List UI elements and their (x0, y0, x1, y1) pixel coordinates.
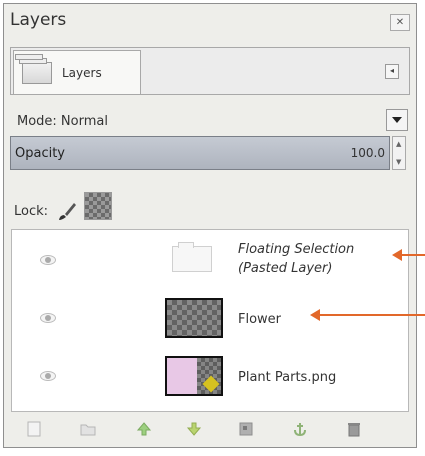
transparent-layer-thumbnail (165, 298, 223, 338)
lock-label: Lock: (14, 204, 49, 219)
duplicate-layer-icon[interactable] (237, 420, 255, 438)
alpha-lock-icon[interactable] (84, 192, 112, 220)
layer-row[interactable]: Floating Selection (Pasted Layer) (12, 234, 408, 290)
eye-icon[interactable] (40, 313, 56, 323)
opacity-label: Opacity (15, 146, 66, 161)
dialog-titlebar: Layers ✕ (4, 4, 416, 40)
raise-layer-icon[interactable] (135, 420, 153, 438)
tab-menu-icon[interactable]: ◂ (385, 64, 399, 79)
layer-name-line2: (Pasted Layer) (238, 261, 333, 276)
paintbrush-icon[interactable] (56, 201, 78, 223)
opacity-slider[interactable]: Opacity 100.0 (10, 136, 390, 170)
layers-dialog: Layers ✕ Layers ◂ Mode: Normal Opacity 1… (3, 3, 417, 448)
plant-parts-thumbnail (165, 356, 223, 396)
delete-layer-icon[interactable] (345, 420, 363, 438)
layers-list: Floating Selection (Pasted Layer) Flower… (11, 229, 409, 412)
mode-label: Mode: Normal (17, 114, 108, 129)
eye-icon[interactable] (40, 255, 56, 265)
layer-name: Flower (238, 312, 282, 327)
eye-icon[interactable] (40, 371, 56, 381)
close-icon[interactable]: ✕ (390, 14, 410, 31)
tab-layers[interactable]: Layers (13, 50, 141, 94)
new-layer-icon[interactable] (25, 420, 43, 438)
tab-label: Layers (62, 66, 102, 80)
new-layer-group-icon[interactable] (79, 420, 97, 438)
annotation-arrow (310, 309, 425, 321)
layer-name-line1: Floating Selection (238, 242, 355, 257)
layer-row[interactable]: Flower (12, 292, 408, 348)
layers-toolbar (11, 416, 409, 444)
spin-up-icon[interactable]: ▲ (396, 140, 401, 148)
dialog-title: Layers (10, 10, 67, 30)
tab-strip: Layers ◂ (10, 47, 410, 95)
anchor-layer-icon[interactable] (291, 420, 309, 438)
annotation-arrow (392, 249, 425, 261)
mode-dropdown-button[interactable] (386, 109, 408, 131)
opacity-spinner[interactable]: ▲ ▼ (392, 136, 406, 170)
floating-selection-thumbnail (172, 242, 212, 272)
spin-down-icon[interactable]: ▼ (396, 158, 401, 166)
layers-stack-icon (15, 54, 52, 84)
lower-layer-icon[interactable] (185, 420, 203, 438)
layer-name: Plant Parts.png (238, 370, 337, 385)
opacity-value: 100.0 (350, 146, 385, 160)
layer-row[interactable]: Plant Parts.png (12, 350, 408, 406)
